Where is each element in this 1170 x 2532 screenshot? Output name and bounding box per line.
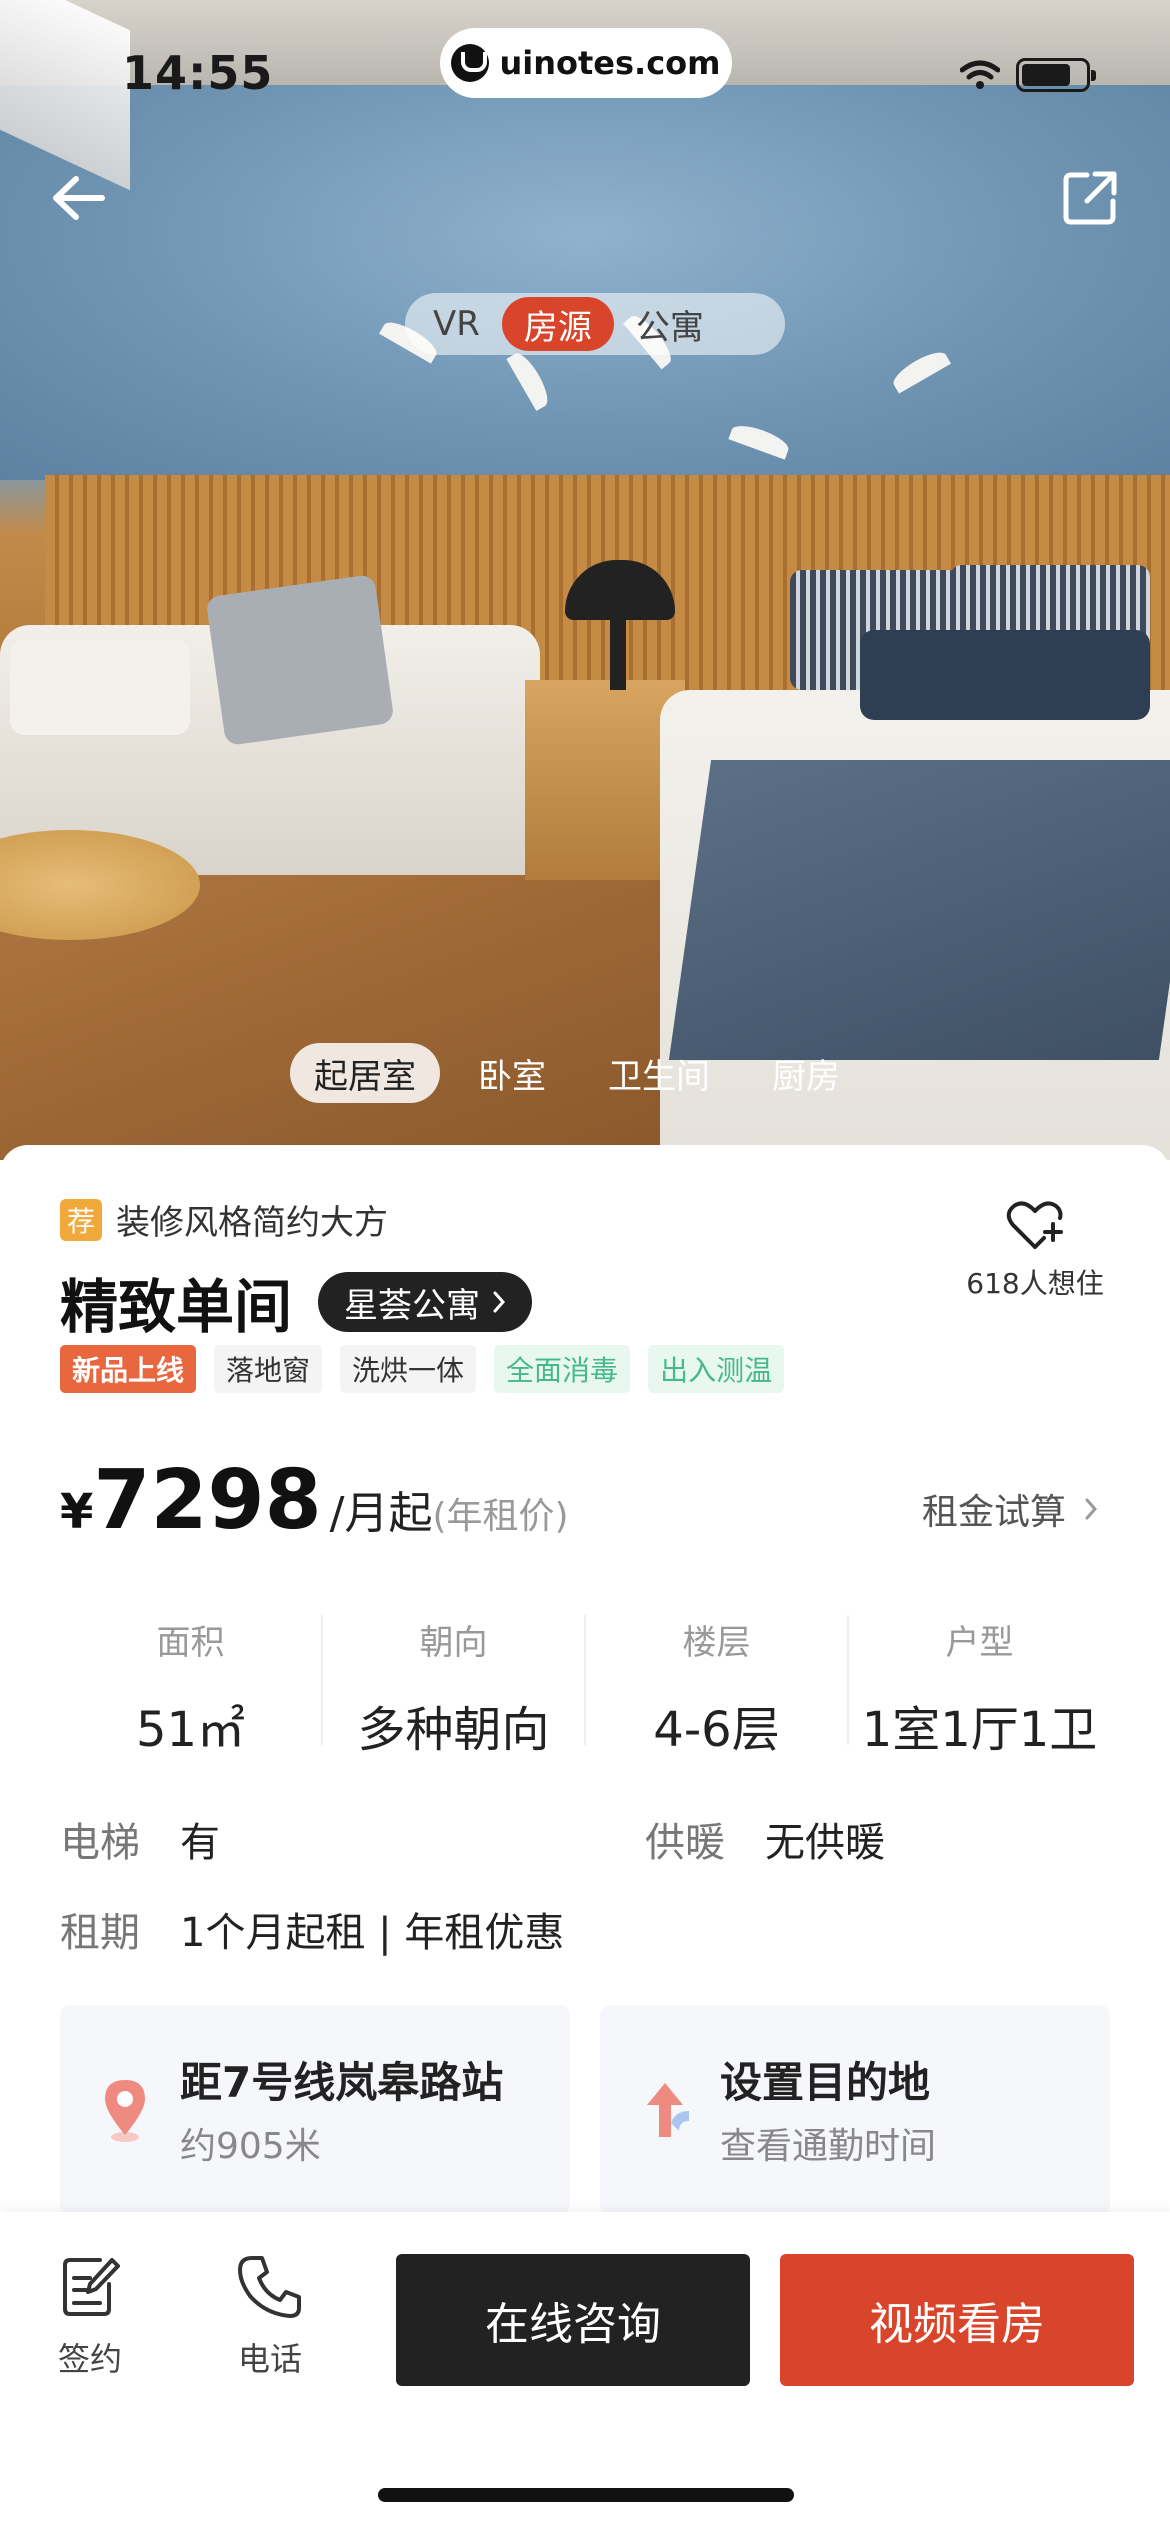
recommend-badge: 荐 [60,1198,102,1241]
info-heating: 供暖 无供暖 [645,1810,885,1868]
spec-value: 多种朝向 [357,1702,550,1758]
status-time: 14:55 [122,46,274,100]
info-value: 无供暖 [765,1820,885,1866]
spec-area: 面积 51㎡ [60,1615,323,1758]
location-pin-icon [105,2080,145,2142]
bottom-action-bar: 签约 电话 在线咨询 视频看房 [0,2212,1170,2532]
brand-chip[interactable]: 星荟公寓 [318,1272,533,1332]
room-tabs: 起居室 卧室 卫生间 厨房 [290,1043,864,1103]
spec-label: 朝向 [419,1623,488,1663]
subway-distance-title: 距7号线岚皋路站 [180,2058,504,2107]
photo-wall [0,70,1170,480]
chevron-right-icon [493,1291,506,1313]
feature-tags: 新品上线 落地窗 洗烘一体 全面消毒 出入测温 [60,1345,785,1393]
wifi-icon [960,60,1000,89]
spec-value: 1室1厅1卫 [861,1702,1098,1758]
favorite-count: 618人想住 [966,1267,1104,1300]
price-unit: /月起 [329,1488,433,1539]
spec-floor: 楼层 4-6层 [586,1615,849,1758]
info-elevator: 电梯 有 [60,1810,220,1868]
room-tab-kitchen[interactable]: 厨房 [748,1043,864,1103]
arrow-left-icon [53,176,105,220]
home-indicator[interactable] [378,2488,794,2502]
photo-pillow [10,640,190,735]
photo-pillow [205,573,395,747]
battery-icon [1016,58,1096,92]
room-tab-living-room[interactable]: 起居室 [290,1043,440,1103]
share-icon [1063,171,1117,225]
watermark-badge: uinotes.com [440,28,732,98]
spec-value: 4-6层 [653,1702,780,1758]
room-tab-bedroom[interactable]: 卧室 [454,1043,570,1103]
tag-french-window: 落地窗 [214,1345,323,1393]
photo-bed-pillow [860,630,1150,720]
price-currency: ¥ [60,1484,94,1540]
rent-calculator-label: 租金试算 [921,1492,1066,1533]
phone-button[interactable]: 电话 [210,2254,330,2380]
video-viewing-button[interactable]: 视频看房 [780,2254,1134,2386]
media-type-switch[interactable]: VR 房源 公寓 [405,293,785,355]
spec-label: 楼层 [682,1623,751,1663]
tag-temperature-check: 出入测温 [648,1345,785,1393]
sign-button[interactable]: 签约 [30,2254,150,2380]
phone-icon [238,2256,301,2318]
listing-card: 荐 装修风格简约大方 精致单间 星荟公寓 618人想住 新品上线 落地窗 洗烘一… [0,1145,1170,2245]
info-value: 有 [180,1820,220,1866]
segment-apartment[interactable]: 公寓 [614,297,726,351]
online-consult-button[interactable]: 在线咨询 [396,2254,750,2386]
room-tab-bathroom[interactable]: 卫生间 [584,1043,734,1103]
segment-listing[interactable]: 房源 [501,297,614,351]
info-value: 1个月起租 | 年租优惠 [180,1910,565,1956]
chevron-right-icon [1085,1498,1098,1520]
segment-vr[interactable]: VR [411,297,502,351]
spec-layout: 户型 1室1厅1卫 [849,1615,1110,1758]
set-destination-subtitle: 查看通勤时间 [720,2126,937,2167]
recommend-tagline: 荐 装修风格简约大方 [60,1195,388,1244]
set-destination-title: 设置目的地 [720,2058,931,2107]
route-arrow-icon [647,2083,689,2137]
subway-distance-value: 约905米 [180,2126,321,2167]
favorite-button[interactable]: 618人想住 [960,1200,1110,1302]
tag-disinfection: 全面消毒 [494,1345,631,1393]
spec-orientation: 朝向 多种朝向 [323,1615,586,1758]
info-lease: 租期 1个月起租 | 年租优惠 [60,1900,564,1958]
spec-label: 户型 [945,1623,1014,1663]
tagline-text: 装修风格简约大方 [116,1203,388,1243]
title-row: 精致单间 星荟公寓 [60,1260,533,1344]
back-button[interactable] [38,158,118,238]
share-button[interactable] [1050,158,1130,238]
price-row: ¥ 7298 /月起 (年租价) [60,1453,569,1548]
uinotes-logo-icon [451,44,490,82]
phone-label: 电话 [237,2340,302,2378]
info-label: 电梯 [60,1820,140,1866]
rent-calculator-link[interactable]: 租金试算 [922,1483,1098,1535]
heart-plus-icon [1006,1201,1063,1249]
price-note: (年租价) [432,1496,569,1537]
price-amount: 7298 [93,1453,322,1548]
photo-lamp-stand [610,615,626,690]
brand-name: 星荟公寓 [344,1285,481,1326]
spec-label: 面积 [156,1623,225,1663]
tag-washer-dryer: 洗烘一体 [340,1345,477,1393]
sign-label: 签约 [57,2340,122,2378]
watermark-text: uinotes.com [499,44,721,82]
info-label: 租期 [60,1910,140,1956]
hero-photo[interactable] [0,0,1170,1160]
status-icons [960,58,1096,92]
spec-grid: 面积 51㎡ 朝向 多种朝向 楼层 4-6层 户型 1室1厅1卫 [60,1615,1110,1758]
spec-value: 51㎡ [135,1702,246,1758]
sign-contract-icon [63,2258,120,2316]
info-label: 供暖 [645,1820,725,1866]
tag-new: 新品上线 [60,1345,197,1393]
photo-blanket [668,760,1170,1060]
subway-distance-card[interactable]: 距7号线岚皋路站 约905米 [60,2005,570,2215]
listing-title: 精致单间 [60,1273,293,1341]
set-destination-card[interactable]: 设置目的地 查看通勤时间 [600,2005,1110,2215]
